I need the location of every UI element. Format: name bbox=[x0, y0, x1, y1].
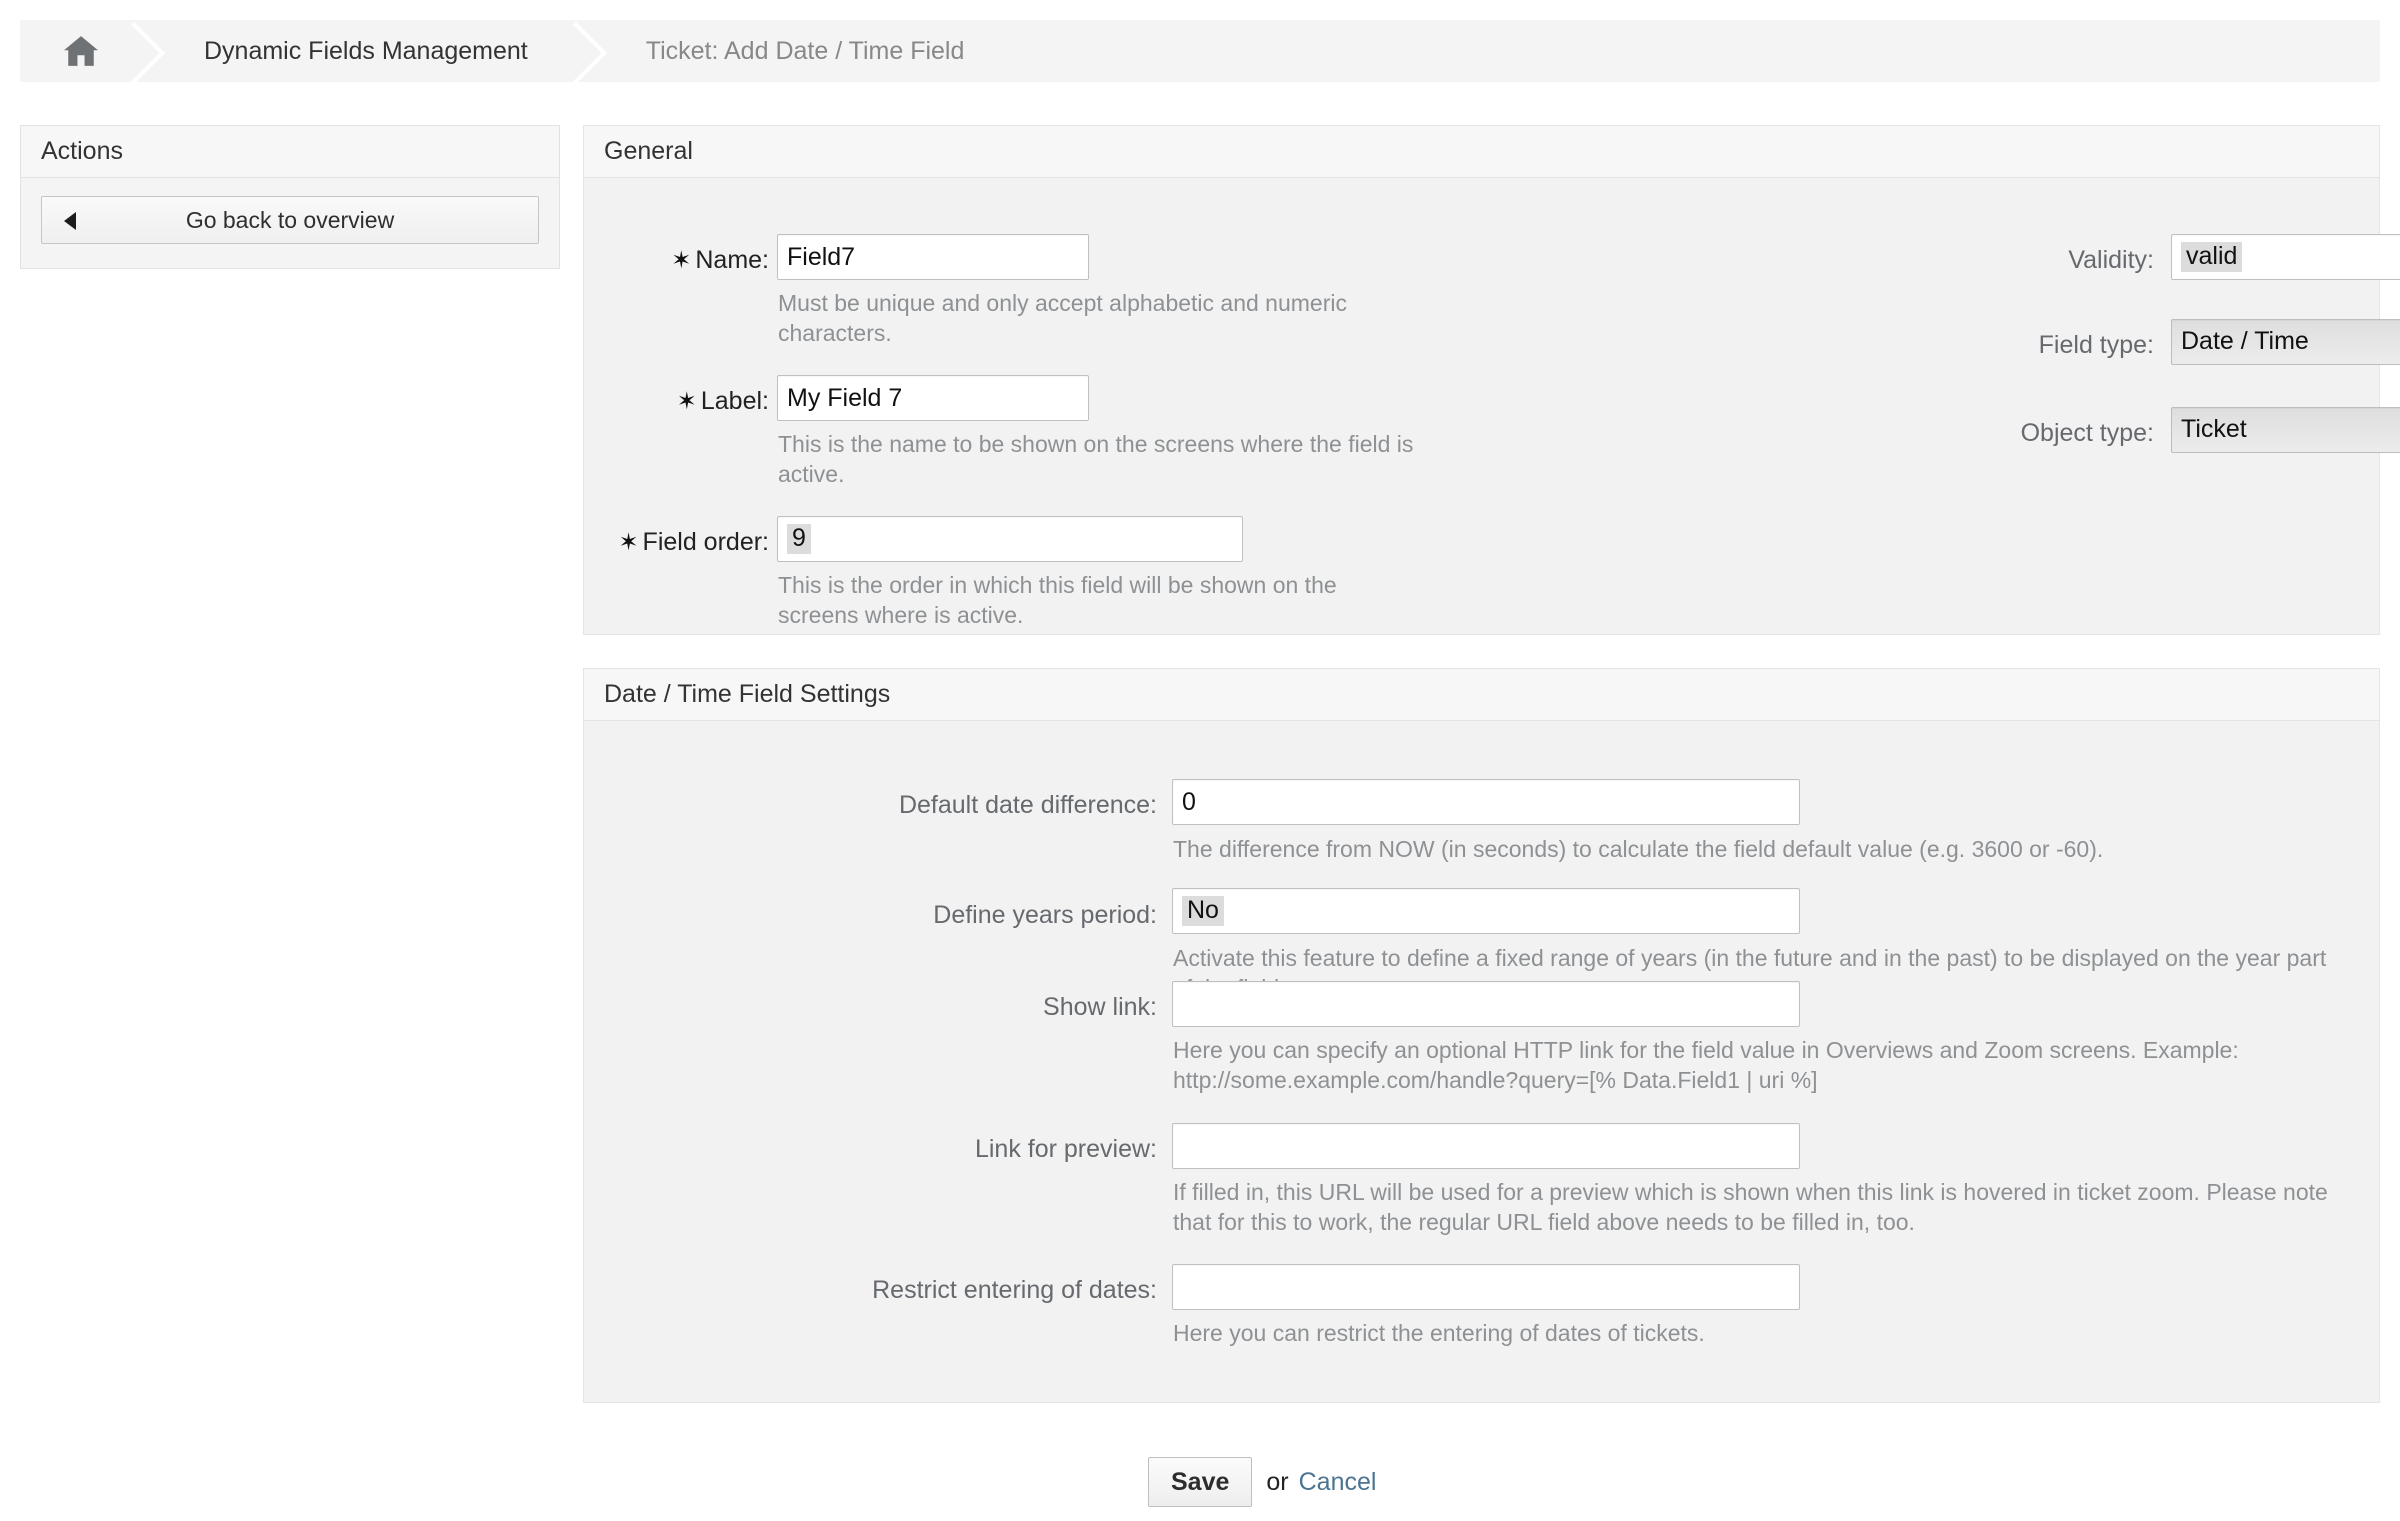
object-type-value: Ticket bbox=[2181, 415, 2247, 444]
define-years-period-value: No bbox=[1182, 895, 1224, 927]
breadcrumb-item-current: Ticket: Add Date / Time Field bbox=[606, 20, 991, 82]
go-back-to-overview-button[interactable]: Go back to overview bbox=[41, 196, 539, 244]
general-panel-header: General bbox=[584, 126, 2379, 178]
name-input[interactable]: Field7 bbox=[777, 234, 1089, 280]
name-label-text: Name: bbox=[695, 246, 769, 274]
default-date-difference-label: Default date difference: bbox=[898, 791, 1157, 819]
or-label: or bbox=[1266, 1467, 1289, 1496]
default-date-difference-hint: The difference from NOW (in seconds) to … bbox=[1173, 836, 2104, 862]
general-panel: General ✶ Name: Field7 Must be unique and… bbox=[583, 125, 2400, 635]
restrict-entering-of-dates-label: Restrict entering of dates: bbox=[872, 1276, 1157, 1304]
datetime-settings-title: Date / Time Field Settings bbox=[604, 680, 891, 708]
define-years-period-select[interactable]: No bbox=[1172, 888, 1800, 934]
actions-sidebar-body: Go back to overview bbox=[21, 178, 559, 268]
field-order-label: ✶ Field order: bbox=[584, 528, 769, 557]
validity-label: Validity: bbox=[2068, 246, 2154, 274]
field-order-hint: This is the order in which this field wi… bbox=[778, 572, 1337, 628]
link-for-preview-hint: If filled in, this URL will be used for … bbox=[1173, 1179, 2328, 1235]
show-link-label: Show link: bbox=[1043, 993, 1157, 1021]
label-hint: This is the name to be shown on the scre… bbox=[778, 431, 1414, 487]
breadcrumb-label: Dynamic Fields Management bbox=[204, 36, 528, 65]
datetime-settings-header: Date / Time Field Settings bbox=[584, 669, 2379, 721]
form-footer: Save or Cancel bbox=[1148, 1457, 1376, 1507]
default-date-difference-value: 0 bbox=[1182, 787, 1196, 816]
field-order-select[interactable]: 9 bbox=[777, 516, 1243, 562]
object-type-label: Object type: bbox=[2020, 419, 2154, 447]
name-label: ✶ Name: bbox=[584, 246, 769, 275]
save-button[interactable]: Save bbox=[1148, 1457, 1253, 1507]
required-marker-icon: ✶ bbox=[618, 529, 639, 556]
breadcrumb-label: Ticket: Add Date / Time Field bbox=[645, 36, 965, 65]
required-marker-icon: ✶ bbox=[676, 388, 697, 415]
field-order-label-text: Field order: bbox=[642, 528, 769, 556]
label-input-value: My Field 7 bbox=[787, 383, 903, 412]
breadcrumb-item-dynamic-fields-management[interactable]: Dynamic Fields Management bbox=[164, 20, 554, 82]
breadcrumb-separator-2 bbox=[554, 20, 606, 82]
breadcrumb-separator-1 bbox=[112, 20, 164, 82]
validity-select[interactable]: valid bbox=[2171, 234, 2400, 280]
required-marker-icon: ✶ bbox=[671, 247, 692, 274]
actions-sidebar: Actions Go back to overview bbox=[20, 125, 560, 269]
link-for-preview-label: Link for preview: bbox=[974, 1135, 1157, 1163]
general-panel-title: General bbox=[604, 137, 693, 165]
validity-value: valid bbox=[2181, 241, 2243, 273]
name-hint: Must be unique and only accept alphabeti… bbox=[778, 290, 1347, 346]
breadcrumb-home[interactable] bbox=[20, 20, 112, 82]
label-label: ✶ Label: bbox=[584, 387, 769, 416]
home-icon bbox=[64, 36, 98, 66]
save-button-label: Save bbox=[1171, 1467, 1230, 1496]
breadcrumb: Dynamic Fields Management Ticket: Add Da… bbox=[20, 20, 2380, 82]
label-input[interactable]: My Field 7 bbox=[777, 375, 1089, 421]
cancel-link[interactable]: Cancel bbox=[1299, 1468, 1377, 1497]
field-type-select: Date / Time bbox=[2171, 319, 2400, 365]
field-order-value: 9 bbox=[787, 523, 811, 555]
label-label-text: Label: bbox=[700, 387, 769, 415]
left-arrow-icon bbox=[64, 212, 76, 230]
restrict-entering-of-dates-input[interactable] bbox=[1172, 1264, 1800, 1310]
actions-sidebar-title-text: Actions bbox=[41, 137, 123, 165]
define-years-period-label: Define years period: bbox=[933, 901, 1157, 929]
field-type-label: Field type: bbox=[2038, 331, 2154, 359]
default-date-difference-input[interactable]: 0 bbox=[1172, 779, 1800, 825]
actions-sidebar-title: Actions bbox=[21, 126, 559, 178]
datetime-settings-panel: Date / Time Field Settings Default date … bbox=[583, 668, 2380, 1403]
field-type-value: Date / Time bbox=[2181, 327, 2309, 356]
show-link-hint: Here you can specify an optional HTTP li… bbox=[1173, 1037, 2239, 1093]
object-type-select: Ticket bbox=[2171, 407, 2400, 453]
go-back-to-overview-label: Go back to overview bbox=[185, 206, 395, 233]
show-link-input[interactable] bbox=[1172, 981, 1800, 1027]
name-input-value: Field7 bbox=[787, 242, 856, 271]
restrict-entering-of-dates-hint: Here you can restrict the entering of da… bbox=[1173, 1320, 1705, 1346]
link-for-preview-input[interactable] bbox=[1172, 1123, 1800, 1169]
